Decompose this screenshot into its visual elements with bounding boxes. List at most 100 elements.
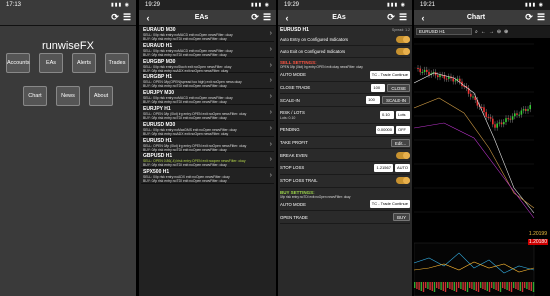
menu-icon[interactable]: ☰	[535, 12, 547, 23]
stop-loss-input[interactable]: 1.21567	[374, 163, 393, 172]
stop-loss-trail-toggle[interactable]	[396, 177, 410, 185]
arrow-left-icon[interactable]: ←	[481, 29, 486, 35]
scale-in-button[interactable]: SCALE-IN	[382, 96, 410, 105]
chevron-right-icon: ›	[269, 124, 272, 132]
histogram-bar	[519, 282, 521, 291]
histogram-bar	[469, 282, 471, 288]
refresh-icon[interactable]: ⟳	[109, 12, 121, 23]
back-icon[interactable]: ‹	[281, 13, 293, 23]
histogram-bar	[460, 282, 462, 289]
trades-button[interactable]: Trades	[105, 53, 129, 73]
candle-body	[423, 69, 426, 73]
buy-auto-mode-select[interactable]: TC - Trade Continue	[369, 200, 410, 209]
break-even-label: BREAK EVEN	[280, 152, 308, 158]
accounts-button[interactable]: Accounts	[6, 53, 30, 73]
ea-buy-status: BUY: 0/lp risk entry:noTDI exit:noOpen n…	[143, 163, 227, 168]
chart-button[interactable]: Chart	[23, 86, 47, 106]
close-trade-label: CLOSE TRADE	[280, 85, 311, 91]
close-button[interactable]: CLOSE	[387, 83, 410, 92]
ea-list-item[interactable]: EURUSD M30 SELL: 0/lp risk entry:noMaxDMS…	[141, 121, 274, 137]
status-bar: 19:29 ▮▮▮ ◉	[139, 0, 276, 10]
signal-icon: ▮▮▮ ◉	[386, 2, 406, 8]
ea-list-item[interactable]: SPX500 H1 SELL: 0/lp risk entry:noADX exi…	[141, 168, 274, 184]
pending-input[interactable]: 0.00000	[375, 125, 394, 134]
break-even-toggle[interactable]	[396, 151, 410, 159]
ea-buy-status: BUY: 0/lp risk entry:noTDI exit:noOpen n…	[143, 147, 227, 152]
candle-body	[459, 78, 461, 82]
chart-screen: 19:21 ▮▮▮ ◉ ‹ Chart ⟳ ☰ EURUSD H1 ⌕ ← → …	[414, 0, 550, 296]
stop-loss-mode-select[interactable]: AUTO	[394, 163, 410, 172]
ea-sell-status: SELL: OPEN 0/lp (0lot) lrg entry:OPEN ex…	[143, 143, 247, 148]
histogram-bar	[486, 282, 488, 291]
close-percent-select[interactable]: 100	[371, 83, 386, 92]
histogram-bar	[477, 282, 480, 292]
zoom-in-icon[interactable]: ⊕	[504, 29, 508, 35]
histogram-bar	[464, 282, 466, 291]
refresh-icon[interactable]: ⟳	[249, 12, 261, 23]
ma-line	[414, 72, 535, 214]
pending-row: PENDING 0.00000 OFF	[280, 124, 410, 137]
screen-title: EAs	[332, 14, 346, 21]
candle-body	[500, 122, 503, 125]
price-chart[interactable]: 1.20199 1.20180	[414, 38, 550, 296]
refresh-icon[interactable]: ⟳	[385, 12, 397, 23]
menu-icon[interactable]: ☰	[121, 12, 133, 23]
histogram-bar	[420, 282, 422, 291]
candle-body	[498, 122, 501, 124]
scale-percent-select[interactable]: 100	[366, 96, 381, 105]
status-time: 17:13	[6, 2, 22, 8]
back-icon[interactable]: ‹	[142, 13, 154, 23]
take-profit-label: TAKE PROFIT	[280, 140, 308, 146]
menu-icon[interactable]: ☰	[261, 12, 273, 23]
symbol-label: EURUSD H1	[280, 27, 309, 33]
arrow-right-icon[interactable]: →	[489, 29, 494, 35]
auto-entry-toggle[interactable]	[396, 36, 410, 43]
risk-unit-select[interactable]: Lots	[396, 111, 410, 120]
pending-mode-select[interactable]: OFF	[396, 125, 410, 134]
histogram-bar	[515, 282, 517, 289]
histogram-bar	[495, 282, 497, 290]
scale-in-label: SCALE-IN	[280, 97, 300, 103]
chart-symbol-select[interactable]: EURUSD H1	[416, 28, 472, 35]
histogram-bar	[447, 282, 449, 288]
take-profit-edit-button[interactable]: Edit...	[391, 138, 410, 147]
symbol-row: EURUSD H1 Spread: 1.2	[280, 26, 410, 34]
ea-list-item[interactable]: EURUSD H1 SELL: OPEN 0/lp (0lot) lrg entr…	[141, 137, 274, 153]
histogram-bar	[449, 282, 451, 289]
auto-exit-toggle[interactable]	[396, 48, 410, 55]
chart-svg	[414, 43, 535, 296]
ea-list-item[interactable]: EURGBP H1 SELL: OPEN 0/lp(OPEN)spread too…	[141, 73, 274, 90]
refresh-icon[interactable]: ⟳	[523, 12, 535, 23]
ea-list-item[interactable]: EURAUD H1 SELL: 0/lp risk entry:noMACD ex…	[141, 42, 274, 58]
zoom-out-icon[interactable]: ⊖	[497, 29, 501, 35]
candle-body	[454, 80, 457, 82]
histogram-bar	[517, 282, 519, 290]
eas-button[interactable]: EAs	[39, 53, 63, 73]
histogram-bar	[438, 282, 440, 289]
histogram-bar	[528, 282, 530, 290]
ea-list-item[interactable]: EURJPY M30 SELL: 0/lp risk entry:noMACD e…	[141, 89, 274, 105]
screen-title: Chart	[466, 14, 486, 21]
ea-list-item[interactable]: EURAUD M30 SELL: 0/lp risk entry:noMACD e…	[141, 26, 274, 42]
ea-list-item[interactable]: EURGBP M30 SELL: 0/lp risk entry:noStoch …	[141, 58, 274, 74]
alerts-button[interactable]: Alerts	[72, 53, 96, 73]
signal-icon: ▮▮▮ ◉	[110, 2, 130, 8]
candle-body	[426, 69, 428, 72]
auto-mode-select[interactable]: TC - Trade Continue	[369, 70, 410, 79]
histogram-bar	[526, 282, 528, 289]
menu-icon[interactable]: ☰	[397, 12, 409, 23]
search-icon[interactable]: ⌕	[475, 29, 478, 35]
bid-price-tag: 1.20199	[528, 231, 547, 237]
histogram-bar	[530, 282, 532, 291]
auto-entry-row: Auto Entry on Configured Indicators	[280, 34, 410, 46]
histogram-bar	[429, 282, 431, 290]
chevron-right-icon: ›	[269, 172, 272, 180]
ea-list-item[interactable]: GBPUSD H1 SELL: OPEN 0.86(-4) lrisk entry…	[141, 152, 274, 169]
back-icon[interactable]: ‹	[417, 13, 429, 23]
risk-input[interactable]: 0.10	[380, 111, 394, 120]
about-button[interactable]: About	[89, 86, 113, 106]
histogram-bar	[502, 282, 504, 288]
ea-list-item[interactable]: EURJPY H1 SELL: OPEN 0/lp (0lot) lrg entr…	[141, 105, 274, 121]
buy-button[interactable]: BUY	[393, 213, 410, 222]
news-button[interactable]: News	[56, 86, 80, 106]
